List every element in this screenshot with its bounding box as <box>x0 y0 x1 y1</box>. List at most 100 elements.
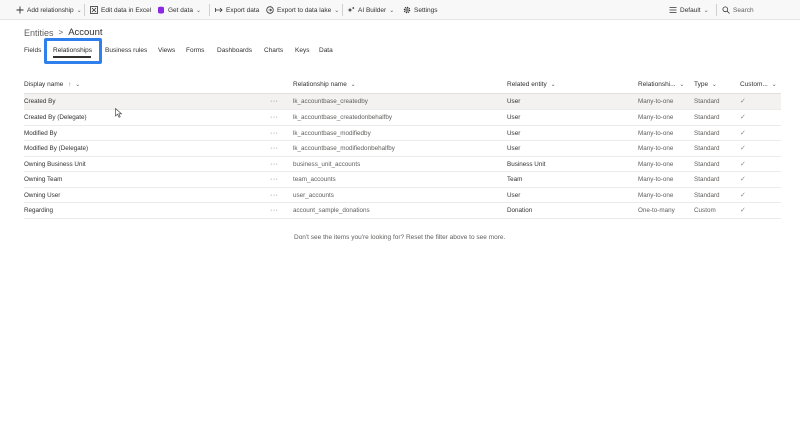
excel-icon <box>90 6 98 14</box>
row-display-name: Modified By (Delegate) <box>24 145 89 152</box>
view-selector[interactable]: Default ⌄ <box>669 0 709 20</box>
tab-fields[interactable]: Fields <box>24 47 41 54</box>
export-to-data-lake-button[interactable]: Export to data lake ⌄ <box>266 0 339 20</box>
breadcrumb-entities-link[interactable]: Entities <box>24 28 54 38</box>
checkmark-icon: ✓ <box>740 160 746 168</box>
column-header-label: Relationshi... <box>638 81 676 88</box>
mouse-cursor-icon <box>115 108 123 118</box>
add-relationship-label: Add relationship <box>27 6 74 14</box>
row-relationship-type: Many-to-one <box>638 191 674 199</box>
table-row[interactable]: Owning Business Unit ··· business_unit_a… <box>24 157 781 172</box>
sort-ascending-icon: ↑ <box>68 81 72 88</box>
column-header-label: Custom... <box>740 81 768 88</box>
row-more-actions-icon[interactable]: ··· <box>270 141 279 156</box>
table-row[interactable]: Owning User ··· user_accounts User Many-… <box>24 188 781 203</box>
row-related-entity: Business Unit <box>507 160 546 168</box>
plus-icon <box>16 6 24 14</box>
row-more-actions-icon[interactable]: ··· <box>270 157 279 172</box>
command-bar: Add relationship ⌄ Edit data in Excel Ge… <box>0 0 800 20</box>
edit-in-excel-button[interactable]: Edit data in Excel <box>90 0 151 20</box>
checkmark-icon: ✓ <box>740 145 746 152</box>
checkmark-icon: ✓ <box>740 207 746 214</box>
data-lake-icon <box>266 6 274 14</box>
export-data-label: Export data <box>226 6 260 14</box>
toolbar-divider <box>209 4 210 16</box>
table-row[interactable]: Owning Team ··· team_accounts Team Many-… <box>24 172 781 188</box>
column-header-label: Relationship name <box>293 81 347 88</box>
column-header-custom[interactable]: Custom... ⌄ <box>740 81 777 88</box>
row-more-actions-icon[interactable]: ··· <box>270 188 279 203</box>
row-more-actions-icon[interactable]: ··· <box>270 94 279 109</box>
tab-forms[interactable]: Forms <box>186 47 204 54</box>
edit-in-excel-label: Edit data in Excel <box>101 6 152 14</box>
tab-keys[interactable]: Keys <box>295 47 309 54</box>
checkmark-icon: ✓ <box>740 176 746 183</box>
tab-business-rules[interactable]: Business rules <box>105 47 147 54</box>
gear-icon <box>403 6 411 14</box>
chevron-down-icon: ⌄ <box>711 82 717 88</box>
column-header-label: Related entity <box>507 81 547 88</box>
table-row[interactable]: Created By ··· lk_accountbase_createdby … <box>24 94 781 110</box>
row-relationship-name: lk_accountbase_createdby <box>293 98 368 105</box>
page-title: Account <box>68 27 103 38</box>
tab-views[interactable]: Views <box>158 47 175 54</box>
export-data-button[interactable]: Export data <box>215 0 259 20</box>
ai-builder-label: AI Builder <box>358 6 387 14</box>
row-type: Standard <box>694 160 720 168</box>
row-type: Standard <box>694 191 720 199</box>
chevron-down-icon: ⌄ <box>703 7 709 14</box>
row-display-name: Regarding <box>24 207 54 214</box>
row-display-name: Owning Business Unit <box>24 160 86 168</box>
table-row[interactable]: Modified By (Delegate) ··· lk_accountbas… <box>24 141 781 157</box>
row-type: Standard <box>694 98 720 105</box>
get-data-button[interactable]: Get data ⌄ <box>157 0 201 20</box>
export-to-data-lake-label: Export to data lake <box>277 6 332 14</box>
breadcrumb: Entities > Account <box>24 27 103 38</box>
row-relationship-type: Many-to-one <box>638 114 674 121</box>
row-relationship-name: business_unit_accounts <box>293 160 361 168</box>
chevron-down-icon: ⌄ <box>679 82 685 88</box>
chevron-down-icon: ⌄ <box>389 7 395 14</box>
column-header-type[interactable]: Type ⌄ <box>694 81 717 88</box>
ai-builder-button[interactable]: AI Builder ⌄ <box>347 0 394 20</box>
table-row[interactable]: Modified By ··· lk_accountbase_modifiedb… <box>24 126 781 141</box>
chevron-down-icon: ⌄ <box>195 7 201 14</box>
table-row[interactable]: Created By (Delegate) ··· lk_accountbase… <box>24 110 781 126</box>
export-arrow-icon <box>215 6 223 14</box>
search-placeholder: Search <box>733 6 754 14</box>
row-type: Standard <box>694 114 720 121</box>
chevron-down-icon: ⌄ <box>350 82 356 88</box>
column-header-relationship-name[interactable]: Relationship name ⌄ <box>293 81 356 88</box>
checkmark-icon: ✓ <box>740 191 746 199</box>
row-relationship-type: One-to-many <box>638 207 675 214</box>
search-box[interactable]: Search <box>722 0 754 20</box>
column-header-related-entity[interactable]: Related entity ⌄ <box>507 81 556 88</box>
row-more-actions-icon[interactable]: ··· <box>270 126 279 141</box>
search-icon <box>722 6 730 14</box>
tab-data[interactable]: Data <box>319 47 333 54</box>
chevron-down-icon: ⌄ <box>75 82 81 88</box>
tab-charts[interactable]: Charts <box>264 47 283 54</box>
add-relationship-button[interactable]: Add relationship ⌄ <box>16 0 82 20</box>
row-more-actions-icon[interactable]: ··· <box>270 203 279 218</box>
row-related-entity: Donation <box>507 207 533 214</box>
row-more-actions-icon[interactable]: ··· <box>270 110 279 125</box>
row-relationship-name: lk_accountbase_createdonbehalfby <box>293 114 393 121</box>
row-more-actions-icon[interactable]: ··· <box>270 172 279 187</box>
tab-dashboards[interactable]: Dashboards <box>217 47 252 54</box>
settings-button[interactable]: Settings <box>403 0 438 20</box>
column-header-relationship-type[interactable]: Relationshi... ⌄ <box>638 81 684 88</box>
table-row[interactable]: Regarding ··· account_sample_donations D… <box>24 203 781 219</box>
row-related-entity: User <box>507 129 521 137</box>
breadcrumb-separator: > <box>58 28 64 37</box>
row-relationship-name: team_accounts <box>293 176 336 183</box>
row-display-name: Owning Team <box>24 176 63 183</box>
row-display-name: Owning User <box>24 191 61 199</box>
tab-highlight-box <box>44 38 102 64</box>
toolbar-divider <box>342 4 343 16</box>
row-related-entity: User <box>507 98 521 105</box>
column-header-display-name[interactable]: Display name ↑ ⌄ <box>24 81 80 88</box>
empty-filter-message: Don't see the items you're looking for? … <box>294 234 506 241</box>
view-selector-label: Default <box>680 6 701 14</box>
settings-label: Settings <box>414 6 438 14</box>
